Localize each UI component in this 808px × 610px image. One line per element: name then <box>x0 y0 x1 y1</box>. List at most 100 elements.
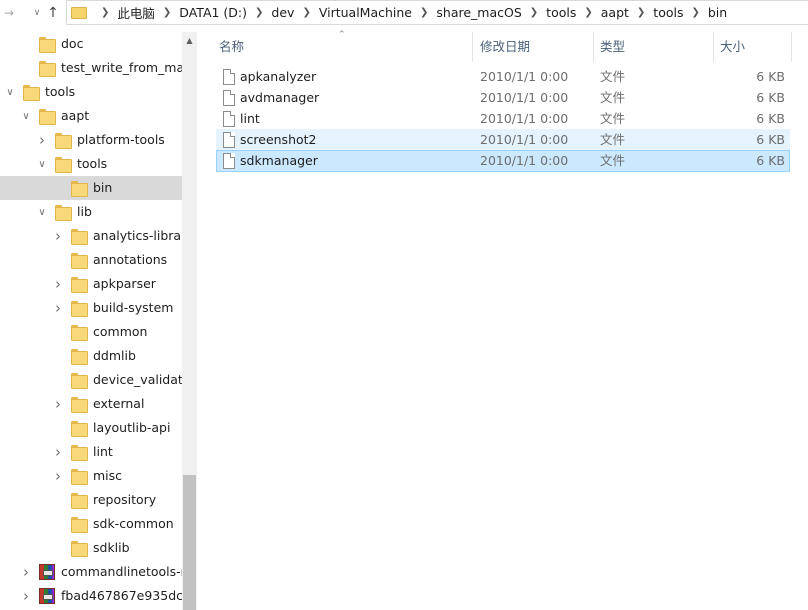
file-list[interactable]: ⌃ 名称 修改日期 类型 大小 apkanalyzer 2010/1/1 0:00… <box>198 30 808 610</box>
tree-item[interactable]: › fbad467867e935dce( <box>0 584 182 608</box>
folder-icon <box>55 205 72 221</box>
back-arrow-icon[interactable]: → <box>0 4 18 22</box>
chevron-down-icon[interactable]: ∨ <box>20 104 32 128</box>
file-name: avdmanager <box>240 90 320 105</box>
file-name: screenshot2 <box>240 132 317 147</box>
chevron-right-icon[interactable]: › <box>52 440 64 464</box>
tree-item-label: doc <box>61 36 84 51</box>
folder-icon <box>71 253 88 269</box>
tree-item[interactable]: › lint <box>0 440 182 464</box>
tree-item[interactable]: ∨ lib <box>0 200 182 224</box>
folder-icon <box>71 325 88 341</box>
column-header-size[interactable]: 大小 <box>714 32 792 62</box>
tree-item[interactable]: test_write_from_macOS <box>0 56 182 80</box>
tree-item[interactable]: ∨ tools <box>0 152 182 176</box>
breadcrumb-item[interactable]: DATA1 (D:) <box>179 5 247 20</box>
tree-item[interactable]: › apkparser <box>0 272 182 296</box>
chevron-right-icon[interactable]: › <box>20 560 32 584</box>
breadcrumb[interactable]: ❯ 此电脑 ❯ DATA1 (D:) ❯ dev ❯ VirtualMachin… <box>66 0 808 25</box>
tree-item[interactable]: sdk-common <box>0 512 182 536</box>
up-arrow-icon[interactable]: ↑ <box>44 4 62 22</box>
tree-item[interactable]: ddmlib <box>0 344 182 368</box>
tree-item[interactable]: device_validator <box>0 368 182 392</box>
tree-item[interactable]: › commandlinetools-m <box>0 560 182 584</box>
chevron-right-icon[interactable]: ❯ <box>691 7 699 18</box>
column-header-name[interactable]: 名称 <box>213 32 473 62</box>
navigation-scrollbar[interactable]: ▲ <box>182 32 197 610</box>
tree-item[interactable]: doc <box>0 32 182 56</box>
tree-item[interactable]: sdklib <box>0 536 182 560</box>
chevron-right-icon[interactable]: › <box>36 128 48 152</box>
chevron-right-icon[interactable]: ❯ <box>255 7 263 18</box>
archive-icon <box>39 588 55 604</box>
scrollbar-thumb[interactable] <box>183 475 196 610</box>
chevron-right-icon[interactable]: ❯ <box>530 7 538 18</box>
file-size: 6 KB <box>756 69 785 84</box>
file-icon <box>223 153 235 169</box>
tree-item-label: build-system <box>93 300 174 315</box>
chevron-right-icon[interactable]: › <box>52 392 64 416</box>
file-row[interactable]: sdkmanager 2010/1/1 0:00 文件 6 KB <box>216 150 790 172</box>
file-size: 6 KB <box>756 153 785 168</box>
chevron-right-icon[interactable]: › <box>20 584 32 608</box>
tree-item[interactable]: bin <box>0 176 182 200</box>
column-header-date[interactable]: 修改日期 <box>474 32 594 62</box>
file-date: 2010/1/1 0:00 <box>480 90 569 105</box>
breadcrumb-item[interactable]: aapt <box>601 5 629 20</box>
chevron-right-icon[interactable]: › <box>52 272 64 296</box>
tree-item-label: analytics-library <box>93 228 182 243</box>
tree-item-label: misc <box>93 468 123 483</box>
tree-item[interactable]: repository <box>0 488 182 512</box>
tree-item[interactable]: common <box>0 320 182 344</box>
navigation-pane[interactable]: doc test_write_from_macOS ∨ tools ∨ aapt › plat… <box>0 32 182 610</box>
archive-icon <box>39 564 55 580</box>
tree-item[interactable]: ∨ tools <box>0 80 182 104</box>
tree-item[interactable]: ∨ aapt <box>0 104 182 128</box>
tree-item-label: lint <box>93 444 113 459</box>
chevron-right-icon[interactable]: ❯ <box>637 7 645 18</box>
chevron-right-icon[interactable]: › <box>52 464 64 488</box>
tree-item-label: external <box>93 396 145 411</box>
tree-item[interactable]: layoutlib-api <box>0 416 182 440</box>
tree-item[interactable]: › misc <box>0 464 182 488</box>
chevron-right-icon[interactable]: ❯ <box>163 7 171 18</box>
tree-item[interactable]: › build-system <box>0 296 182 320</box>
file-row[interactable]: avdmanager 2010/1/1 0:00 文件 6 KB <box>216 87 790 109</box>
scroll-up-arrow-icon[interactable]: ▲ <box>182 32 197 48</box>
chevron-right-icon[interactable]: › <box>52 296 64 320</box>
breadcrumb-item[interactable]: tools <box>653 5 683 20</box>
chevron-down-icon[interactable]: ∨ <box>36 152 48 176</box>
breadcrumb-item[interactable]: 此电脑 <box>117 3 155 22</box>
chevron-right-icon[interactable]: ❯ <box>584 7 592 18</box>
file-date: 2010/1/1 0:00 <box>480 132 569 147</box>
folder-icon <box>71 301 88 317</box>
breadcrumb-item[interactable]: VirtualMachine <box>319 5 412 20</box>
tree-item[interactable]: › external <box>0 392 182 416</box>
tree-item[interactable]: › analytics-library <box>0 224 182 248</box>
file-size: 6 KB <box>756 132 785 147</box>
chevron-down-icon[interactable]: ∨ <box>36 200 48 224</box>
breadcrumb-item[interactable]: share_macOS <box>436 5 521 20</box>
file-row[interactable]: screenshot2 2010/1/1 0:00 文件 6 KB <box>216 129 790 151</box>
breadcrumb-item[interactable]: bin <box>708 5 727 20</box>
folder-icon <box>71 469 88 485</box>
file-date: 2010/1/1 0:00 <box>480 153 569 168</box>
file-type: 文件 <box>600 153 626 168</box>
folder-icon <box>71 517 88 533</box>
file-row[interactable]: apkanalyzer 2010/1/1 0:00 文件 6 KB <box>216 66 790 88</box>
file-name: lint <box>240 111 260 126</box>
tree-item[interactable]: › platform-tools <box>0 128 182 152</box>
folder-icon <box>71 373 88 389</box>
tree-item-label: lib <box>77 204 92 219</box>
chevron-right-icon[interactable]: ❯ <box>302 7 310 18</box>
file-date: 2010/1/1 0:00 <box>480 69 569 84</box>
column-header-type[interactable]: 类型 <box>594 32 714 62</box>
breadcrumb-item[interactable]: tools <box>546 5 576 20</box>
chevron-right-icon[interactable]: ❯ <box>420 7 428 18</box>
breadcrumb-item[interactable]: dev <box>271 5 294 20</box>
chevron-down-icon[interactable]: ∨ <box>4 80 16 104</box>
chevron-right-icon[interactable]: › <box>52 224 64 248</box>
file-row[interactable]: lint 2010/1/1 0:00 文件 6 KB <box>216 108 790 130</box>
tree-item[interactable]: annotations <box>0 248 182 272</box>
chevron-right-icon[interactable]: ❯ <box>101 7 109 18</box>
